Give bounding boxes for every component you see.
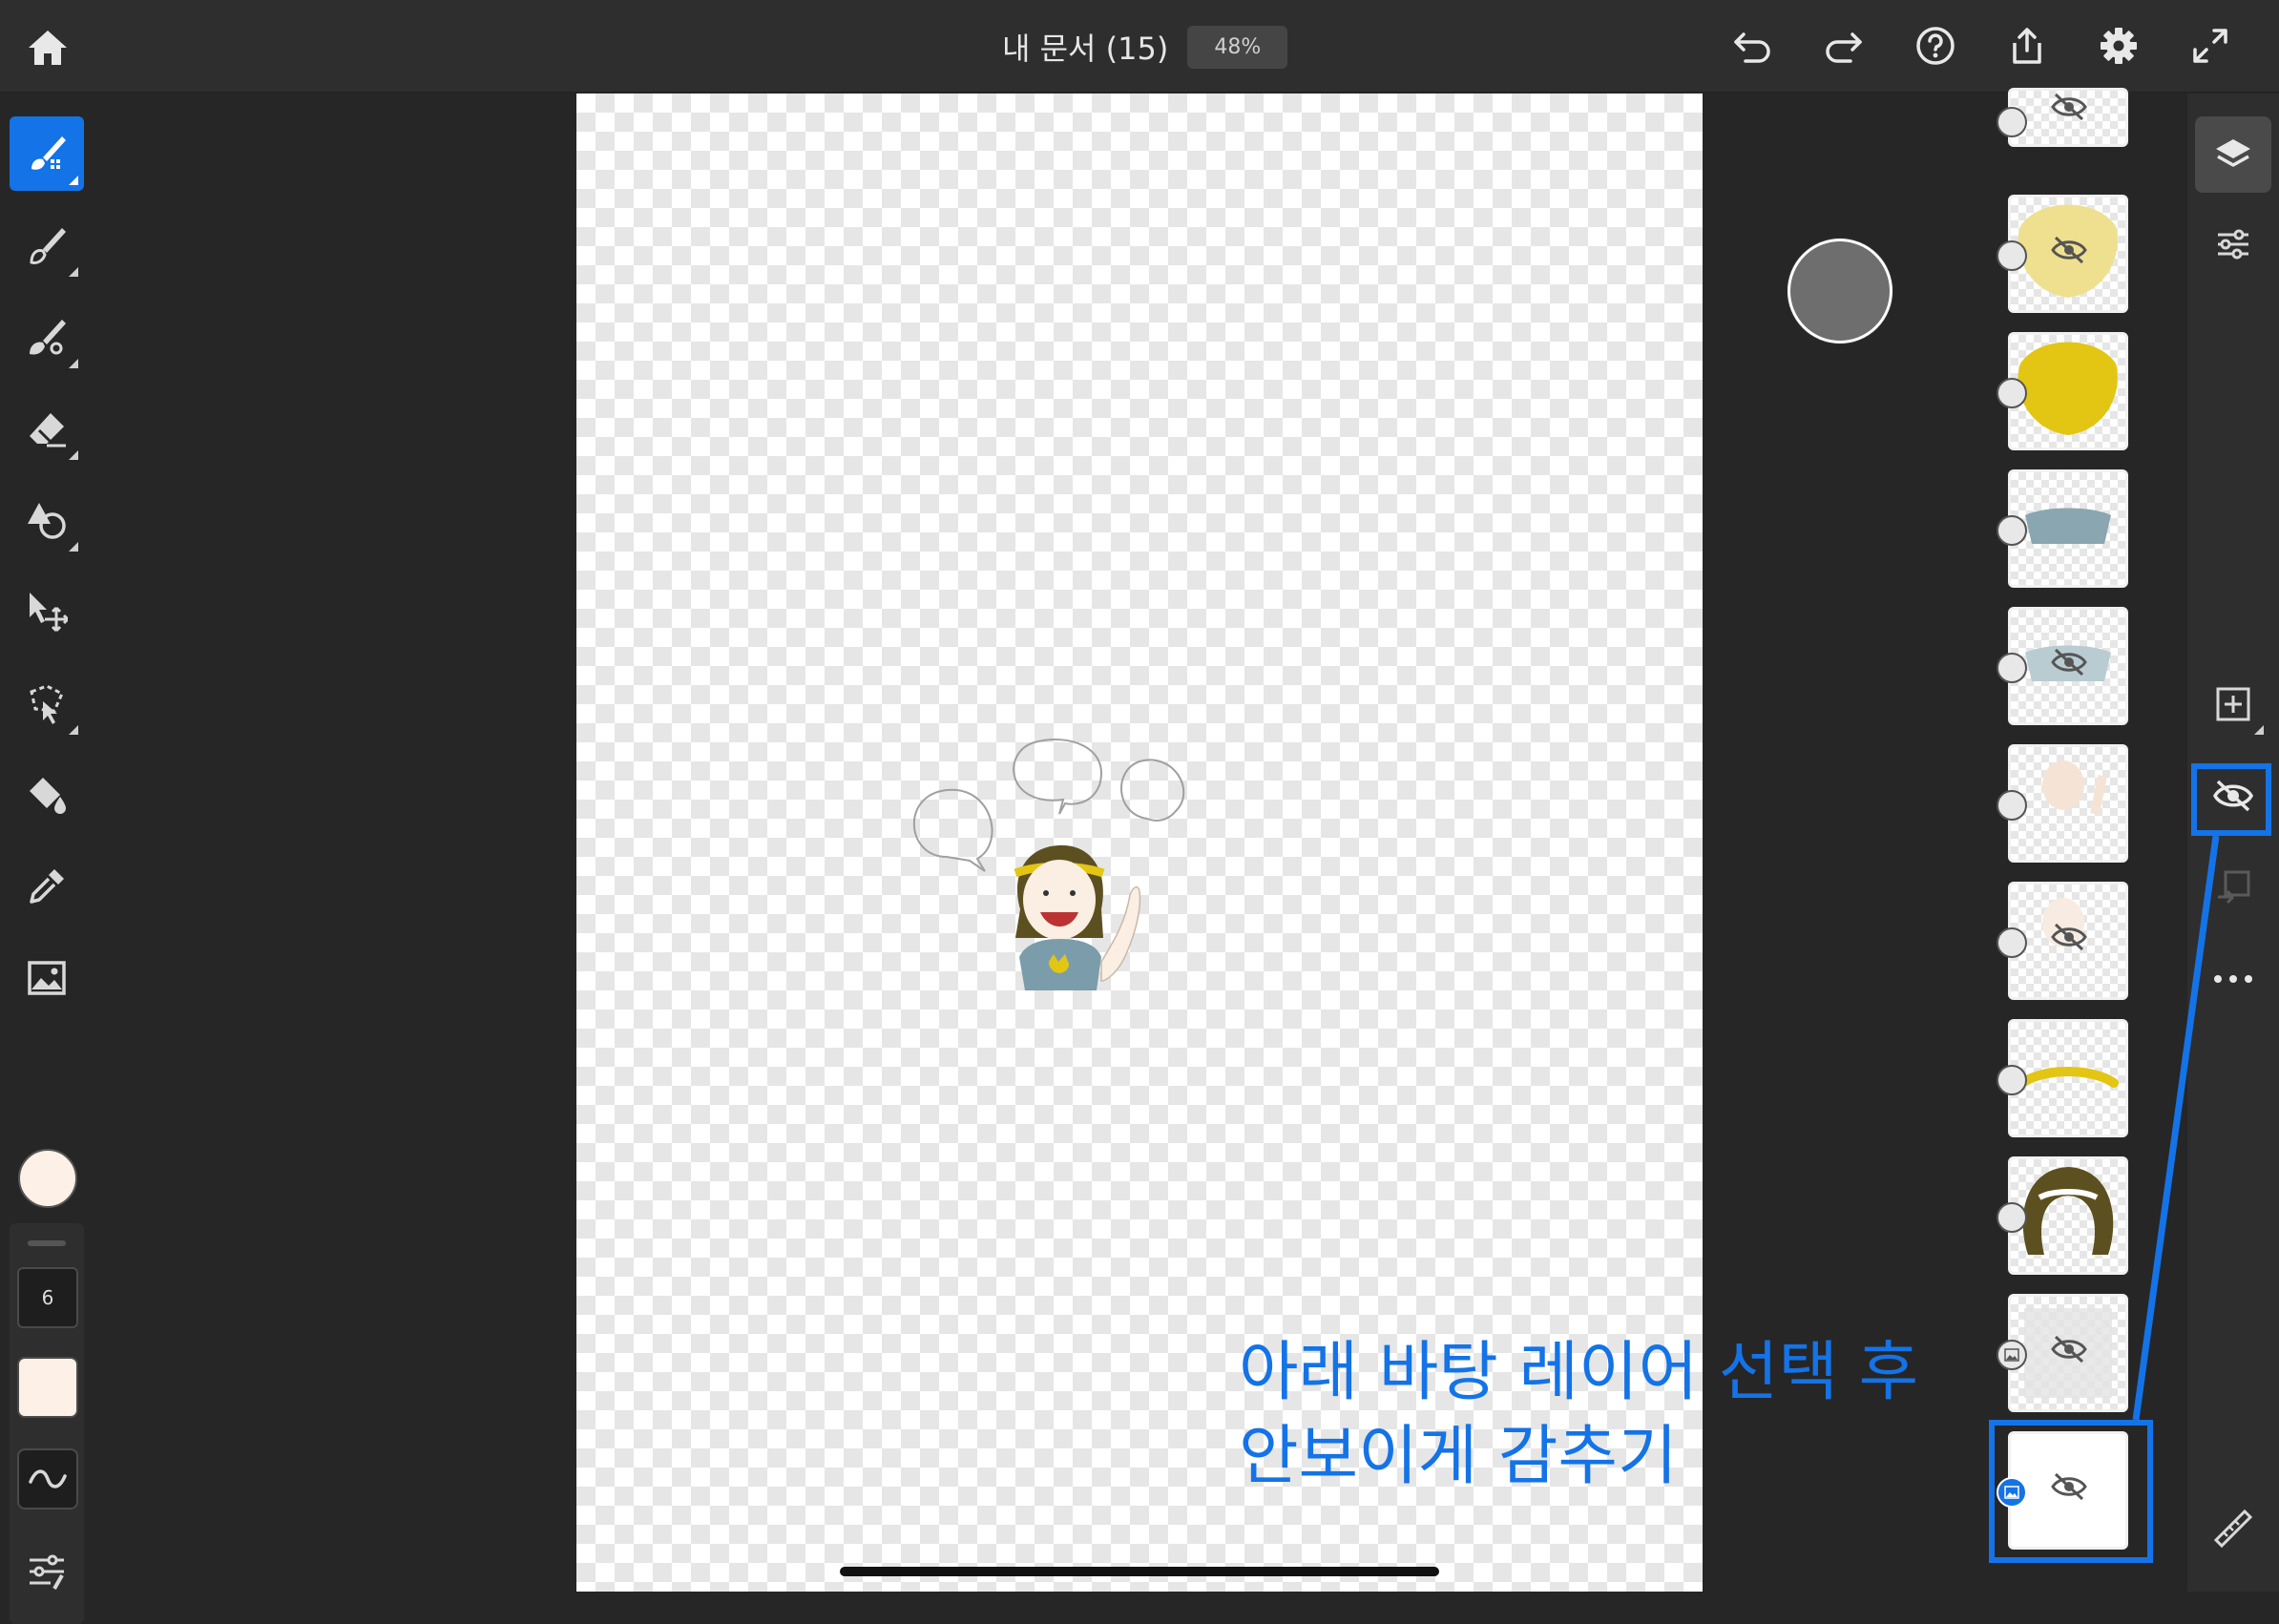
- shapes-tool[interactable]: [10, 483, 84, 557]
- hidden-eye-icon: [2050, 648, 2088, 677]
- layer-type-badge: [1997, 927, 2027, 958]
- pixel-brush-icon: [26, 133, 68, 175]
- layer-type-badge: [1997, 378, 2027, 408]
- layer-type-badge: [1997, 515, 2027, 546]
- image-icon: [26, 957, 68, 999]
- layer-type-badge: [1997, 240, 2027, 271]
- zoom-level[interactable]: 48%: [1187, 25, 1288, 69]
- layer-properties-button[interactable]: [2195, 206, 2271, 282]
- brush-flow-control[interactable]: [17, 1448, 78, 1509]
- highlight-hide-button: [2191, 763, 2271, 836]
- share-icon[interactable]: [2004, 23, 2050, 69]
- merge-layer-button[interactable]: [2195, 849, 2271, 926]
- ruler-icon: [2212, 1508, 2254, 1550]
- touch-shortcut-button[interactable]: [1788, 239, 1892, 344]
- annotation-line-1: 아래 바탕 레이어 선택 후: [1239, 1335, 1919, 1410]
- merge-layer-icon: [2214, 868, 2252, 906]
- title-area: 내 문서 (15) 48%: [1002, 23, 1288, 71]
- home-indicator: [840, 1567, 1439, 1576]
- fill-tool[interactable]: [10, 758, 84, 832]
- brush-color-swatch[interactable]: [17, 1357, 78, 1418]
- panel-handle[interactable]: [28, 1240, 66, 1246]
- tool-options-indicator: [69, 267, 78, 277]
- hidden-eye-icon: [2050, 923, 2088, 951]
- vector-brush-tool[interactable]: [10, 300, 84, 374]
- layers-panel: [1997, 88, 2147, 1565]
- right-rail: [2187, 94, 2279, 1592]
- canvas-artwork: [901, 704, 1244, 1029]
- brush-settings-icon[interactable]: [23, 1548, 71, 1595]
- image-layer-badge: [1997, 1340, 2027, 1370]
- layer-type-badge: [1997, 1065, 2027, 1095]
- layers-icon: [2214, 135, 2252, 174]
- vector-brush-icon: [26, 316, 68, 358]
- redo-icon[interactable]: [1821, 23, 1867, 69]
- layers-button[interactable]: [2195, 116, 2271, 193]
- left-toolbar: 6: [0, 105, 90, 1624]
- more-options-button[interactable]: [2195, 941, 2271, 1017]
- tool-options-indicator: [69, 542, 78, 552]
- undo-icon[interactable]: [1729, 23, 1775, 69]
- shapes-icon: [26, 499, 68, 541]
- fullscreen-icon[interactable]: [2187, 23, 2233, 69]
- transform-icon: [26, 591, 68, 633]
- annotation-caption: 아래 바탕 레이어 선택 후 안보이게 감추기: [1239, 1331, 1918, 1499]
- layer-type-badge: [1997, 653, 2027, 683]
- eraser-icon: [26, 407, 68, 449]
- eyedropper-icon: [26, 865, 68, 907]
- image-tool[interactable]: [10, 941, 84, 1015]
- selection-icon: [26, 682, 68, 724]
- ruler-button[interactable]: [2195, 1490, 2271, 1567]
- fill-icon: [26, 774, 68, 816]
- top-actions: [1729, 23, 2279, 69]
- home-icon[interactable]: [25, 27, 71, 69]
- hidden-eye-icon: [2050, 1335, 2088, 1364]
- add-layer-icon: [2214, 685, 2252, 723]
- layer-type-badge: [1997, 107, 2027, 137]
- live-brush-icon: [26, 224, 68, 266]
- brush-size[interactable]: 6: [17, 1267, 78, 1328]
- transform-tool[interactable]: [10, 574, 84, 649]
- pixel-brush-tool[interactable]: [10, 116, 84, 191]
- layer-properties-icon: [2214, 225, 2252, 263]
- layer-type-badge: [1997, 1202, 2027, 1233]
- selection-tool[interactable]: [10, 666, 84, 740]
- top-bar: 내 문서 (15) 48%: [0, 0, 2279, 93]
- color-picker[interactable]: [18, 1149, 77, 1208]
- tool-options-indicator: [69, 450, 78, 460]
- tool-options-indicator: [69, 725, 78, 735]
- tool-options-indicator: [2254, 725, 2264, 735]
- highlight-background-layer: [1989, 1420, 2153, 1563]
- brush-settings-panel: 6: [10, 1223, 84, 1624]
- tool-options-indicator: [69, 176, 78, 185]
- layer-type-badge: [1997, 790, 2027, 821]
- eraser-tool[interactable]: [10, 391, 84, 466]
- tool-options-indicator: [69, 359, 78, 368]
- help-icon[interactable]: [1913, 23, 1958, 69]
- gear-icon[interactable]: [2096, 23, 2142, 69]
- document-title[interactable]: 내 문서 (15): [1002, 25, 1168, 69]
- more-icon: [2212, 973, 2254, 985]
- hidden-eye-icon: [2050, 236, 2088, 264]
- eyedropper-tool[interactable]: [10, 849, 84, 924]
- annotation-line-2: 안보이게 감추기: [1239, 1419, 1678, 1494]
- hidden-eye-icon: [2050, 93, 2088, 121]
- live-brush-tool[interactable]: [10, 208, 84, 282]
- add-layer-button[interactable]: [2195, 666, 2271, 742]
